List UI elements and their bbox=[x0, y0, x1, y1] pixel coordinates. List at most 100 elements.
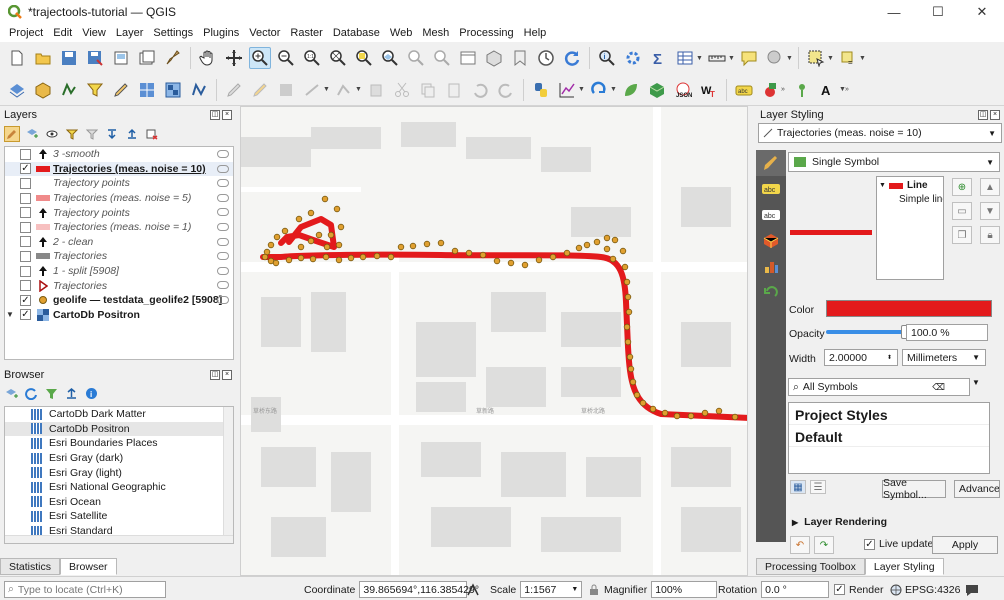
refresh-icon[interactable] bbox=[24, 386, 38, 400]
magnifier-field[interactable]: 100% bbox=[651, 581, 718, 598]
zoom-to-layer-icon[interactable] bbox=[379, 47, 401, 69]
advanced-button[interactable]: Advanced bbox=[954, 480, 1000, 498]
rotation-field[interactable]: 0.0 ° bbox=[761, 581, 830, 598]
add-wms-icon[interactable] bbox=[136, 79, 158, 101]
identify-icon[interactable]: i bbox=[596, 47, 618, 69]
add-selected-layers-icon[interactable] bbox=[4, 386, 18, 400]
zoom-last-icon[interactable] bbox=[405, 47, 427, 69]
tab-browser[interactable]: Browser bbox=[60, 558, 117, 575]
close-icon[interactable]: × bbox=[222, 109, 232, 120]
menu-view[interactable]: View bbox=[77, 27, 111, 39]
wkt-icon[interactable]: WT bbox=[698, 79, 720, 101]
style-group-default[interactable]: Default bbox=[789, 425, 989, 447]
maximize-button[interactable]: ☐ bbox=[916, 0, 960, 24]
processing-toolbox-icon[interactable] bbox=[622, 47, 644, 69]
refresh-icon[interactable] bbox=[561, 47, 583, 69]
paste-features-icon[interactable] bbox=[443, 79, 465, 101]
width-spinbox[interactable]: 2.00000 ⬍ bbox=[824, 349, 898, 366]
move-down-button[interactable]: ▼ bbox=[980, 202, 1000, 220]
minimize-button[interactable]: — bbox=[872, 0, 916, 24]
temporal-controller-icon[interactable] bbox=[535, 47, 557, 69]
clear-icon[interactable]: ⌫ bbox=[932, 382, 945, 393]
layer-indicator-icon[interactable] bbox=[217, 208, 229, 217]
opacity-slider[interactable] bbox=[826, 325, 910, 339]
layer-visibility-checkbox[interactable] bbox=[20, 250, 31, 262]
masks-tab-icon[interactable]: abc bbox=[756, 202, 786, 228]
new-map-view-icon[interactable] bbox=[457, 47, 479, 69]
map-tips-icon[interactable] bbox=[738, 47, 760, 69]
filter-legend-icon[interactable] bbox=[64, 126, 80, 142]
history-tab-icon[interactable] bbox=[756, 280, 786, 306]
layer-indicator-icon[interactable] bbox=[217, 266, 229, 275]
3d-view-tab-icon[interactable] bbox=[756, 228, 786, 254]
menu-help[interactable]: Help bbox=[519, 27, 552, 39]
layer-indicator-icon[interactable] bbox=[217, 295, 229, 304]
menu-mesh[interactable]: Mesh bbox=[417, 27, 454, 39]
measure-icon[interactable] bbox=[706, 47, 728, 69]
trajectory-plot-icon[interactable] bbox=[556, 79, 578, 101]
redo-style-button[interactable]: ↷ bbox=[814, 536, 834, 554]
layer-visibility-checkbox[interactable] bbox=[20, 192, 31, 204]
save-project-icon[interactable] bbox=[58, 47, 80, 69]
renderer-select[interactable]: Single Symbol ▼ bbox=[788, 152, 1000, 172]
layer-item[interactable]: 1 - split [5908] bbox=[5, 264, 233, 279]
coordinate-field[interactable]: 39.865694°,116.385429° bbox=[359, 581, 479, 598]
undo-style-button[interactable]: ↶ bbox=[790, 536, 810, 554]
add-raster-icon[interactable] bbox=[162, 79, 184, 101]
layer-item[interactable]: 2 - clean bbox=[5, 235, 233, 250]
chevron-down-icon[interactable]: ▼ bbox=[578, 86, 586, 93]
layer-item[interactable]: ✓ geolife — testdata_geolife2 [5908] bbox=[5, 293, 233, 308]
float-icon[interactable]: ◫ bbox=[210, 109, 220, 120]
save-as-icon[interactable] bbox=[84, 47, 106, 69]
browser-item[interactable]: Esri Gray (dark) bbox=[5, 451, 233, 466]
move-up-button[interactable]: ▲ bbox=[980, 178, 1000, 196]
labels-tab-icon[interactable]: abc bbox=[756, 176, 786, 202]
attribute-table-icon[interactable] bbox=[674, 47, 696, 69]
collapse-all-icon[interactable] bbox=[124, 126, 140, 142]
layer-item[interactable]: Trajectories (meas. noise = 5) bbox=[5, 191, 233, 206]
add-vector-icon[interactable] bbox=[188, 79, 210, 101]
data-source-manager-icon[interactable] bbox=[6, 79, 28, 101]
diagrams-tab-icon[interactable] bbox=[756, 254, 786, 280]
browser-item[interactable]: Esri Ocean bbox=[5, 495, 233, 510]
json-export-icon[interactable]: JSON bbox=[672, 79, 694, 101]
layer-visibility-checkbox[interactable] bbox=[20, 265, 31, 277]
chevron-down-icon[interactable]: ▼ bbox=[859, 55, 867, 62]
browser-item[interactable]: Esri National Geographic bbox=[5, 480, 233, 495]
layer-indicator-icon[interactable] bbox=[217, 164, 229, 173]
layer-item[interactable]: ✓ Trajectories (meas. noise = 10) bbox=[5, 161, 233, 177]
browser-item[interactable]: CartoDb Positron bbox=[5, 421, 233, 437]
crs-button[interactable]: EPSG:4326 bbox=[890, 581, 960, 598]
layer-indicator-icon[interactable] bbox=[217, 281, 229, 290]
symbol-search-input[interactable]: ⌕ All Symbols ⌫ bbox=[788, 378, 970, 396]
layer-item[interactable]: Trajectory points bbox=[5, 176, 233, 191]
tab-layer-styling[interactable]: Layer Styling bbox=[864, 558, 944, 575]
locator-input[interactable]: ⌕ Type to locate (Ctrl+K) bbox=[4, 581, 166, 598]
more-tools-icon[interactable]: » bbox=[781, 86, 789, 93]
text-annotation-icon[interactable]: A bbox=[817, 79, 839, 101]
lock-icon[interactable]: 🔒︎ bbox=[980, 226, 1000, 244]
float-icon[interactable]: ◫ bbox=[210, 369, 220, 380]
chevron-down-icon[interactable]: ▼ bbox=[728, 55, 736, 62]
close-button[interactable]: ✕ bbox=[960, 0, 1004, 24]
map-canvas[interactable]: 草桥东路 草新路 草桥北路 bbox=[240, 106, 748, 576]
chevron-down-icon[interactable]: ▼ bbox=[323, 86, 331, 93]
duplicate-symbol-layer-button[interactable]: ❐ bbox=[952, 226, 972, 244]
layer-visibility-checkbox[interactable] bbox=[20, 280, 31, 292]
close-icon[interactable]: × bbox=[222, 369, 232, 380]
styling-panel-icon[interactable] bbox=[4, 126, 20, 142]
statistics-icon[interactable]: Σ bbox=[648, 47, 670, 69]
select-by-value-icon[interactable]: = bbox=[837, 47, 859, 69]
copy-features-icon[interactable] bbox=[417, 79, 439, 101]
layer-indicator-icon[interactable] bbox=[217, 179, 229, 188]
info-icon[interactable]: i bbox=[84, 386, 98, 400]
vertical-scrollbar[interactable] bbox=[223, 407, 233, 543]
layer-visibility-checkbox[interactable]: ✓ bbox=[20, 163, 31, 175]
icon-view-icon[interactable]: ▦ bbox=[790, 480, 806, 494]
lock-scale-icon[interactable] bbox=[588, 581, 600, 598]
scale-field[interactable]: 1:1567 ▼ bbox=[520, 581, 583, 598]
filter-icon[interactable] bbox=[84, 79, 106, 101]
plugin-leaf-icon[interactable] bbox=[620, 79, 642, 101]
manage-visibility-icon[interactable] bbox=[44, 126, 60, 142]
menu-edit[interactable]: Edit bbox=[48, 27, 77, 39]
